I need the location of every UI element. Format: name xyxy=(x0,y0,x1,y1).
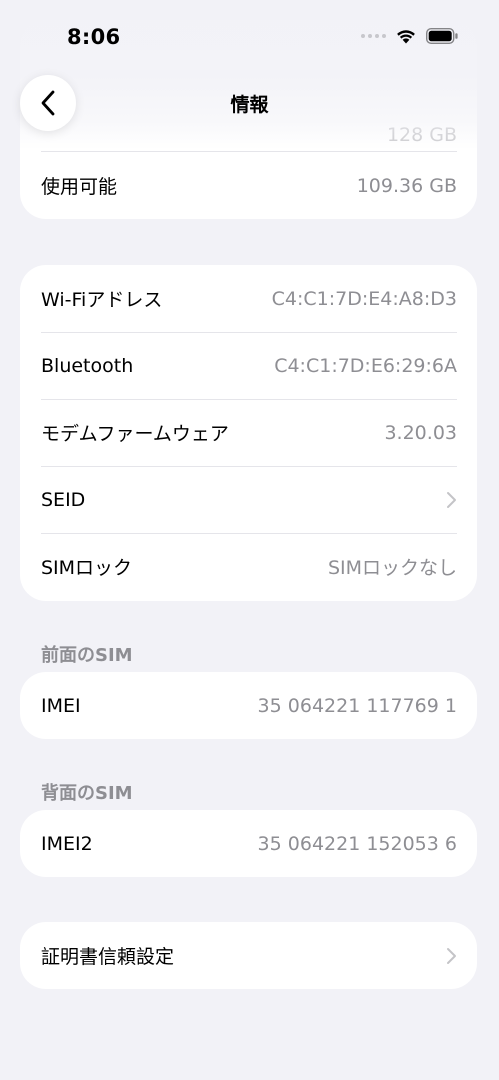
imei-value: 35 064221 117769 1 xyxy=(257,694,457,717)
bluetooth-label: Bluetooth xyxy=(41,354,134,377)
wifi-address-row: Wi-Fiアドレス C4:C1:7D:E4:A8:D3 xyxy=(20,265,477,332)
imei2-row: IMEI2 35 064221 152053 6 xyxy=(20,810,477,877)
back-sim-header: 背面のSIM xyxy=(41,783,133,804)
available-value: 109.36 GB xyxy=(356,174,457,197)
certificate-trust-label: 証明書信頼設定 xyxy=(41,946,175,968)
status-bar: 8:06 xyxy=(0,0,499,62)
imei2-value: 35 064221 152053 6 xyxy=(257,832,457,855)
certificate-trust-row[interactable]: 証明書信頼設定 xyxy=(20,922,477,989)
status-time: 8:06 xyxy=(67,25,121,49)
modem-firmware-row: モデムファームウェア 3.20.03 xyxy=(20,399,477,466)
seid-row[interactable]: SEID xyxy=(20,466,477,533)
imei2-label: IMEI2 xyxy=(41,832,93,855)
sim-lock-row: SIMロック SIMロックなし xyxy=(20,533,477,600)
wifi-icon xyxy=(397,30,415,44)
bluetooth-row: Bluetooth C4:C1:7D:E6:29:6A xyxy=(20,332,477,399)
wifi-address-value: C4:C1:7D:E4:A8:D3 xyxy=(271,287,457,310)
chevron-right-icon xyxy=(447,491,456,508)
seid-label: SEID xyxy=(41,488,86,511)
modem-firmware-label: モデムファームウェア xyxy=(41,423,229,445)
sim-lock-label: SIMロック xyxy=(41,557,133,579)
front-sim-header: 前面のSIM xyxy=(41,645,133,666)
chevron-right-icon xyxy=(447,947,456,964)
page-title: 情報 xyxy=(230,94,269,116)
wifi-address-label: Wi-Fiアドレス xyxy=(41,289,163,311)
about-screen: 128 GB 使用可能 109.36 GB 8:06 情報 Wi-Fiアドレス … xyxy=(0,0,499,1080)
cellular-signal-icon xyxy=(361,34,386,38)
available-row: 使用可能 109.36 GB xyxy=(20,152,477,219)
imei-row: IMEI 35 064221 117769 1 xyxy=(20,672,477,739)
network-info-card: Wi-Fiアドレス C4:C1:7D:E4:A8:D3 Bluetooth C4… xyxy=(20,265,477,601)
back-sim-card: IMEI2 35 064221 152053 6 xyxy=(20,810,477,877)
front-sim-card: IMEI 35 064221 117769 1 xyxy=(20,672,477,739)
available-label: 使用可能 xyxy=(41,176,118,198)
bluetooth-value: C4:C1:7D:E6:29:6A xyxy=(274,354,457,377)
status-indicators xyxy=(361,26,459,46)
sim-lock-value: SIMロックなし xyxy=(327,557,457,579)
imei-label: IMEI xyxy=(41,694,81,717)
battery-icon xyxy=(426,28,458,44)
modem-firmware-value: 3.20.03 xyxy=(384,421,457,444)
navigation-bar: 情報 xyxy=(0,62,499,142)
certificate-card: 証明書信頼設定 xyxy=(20,922,477,989)
